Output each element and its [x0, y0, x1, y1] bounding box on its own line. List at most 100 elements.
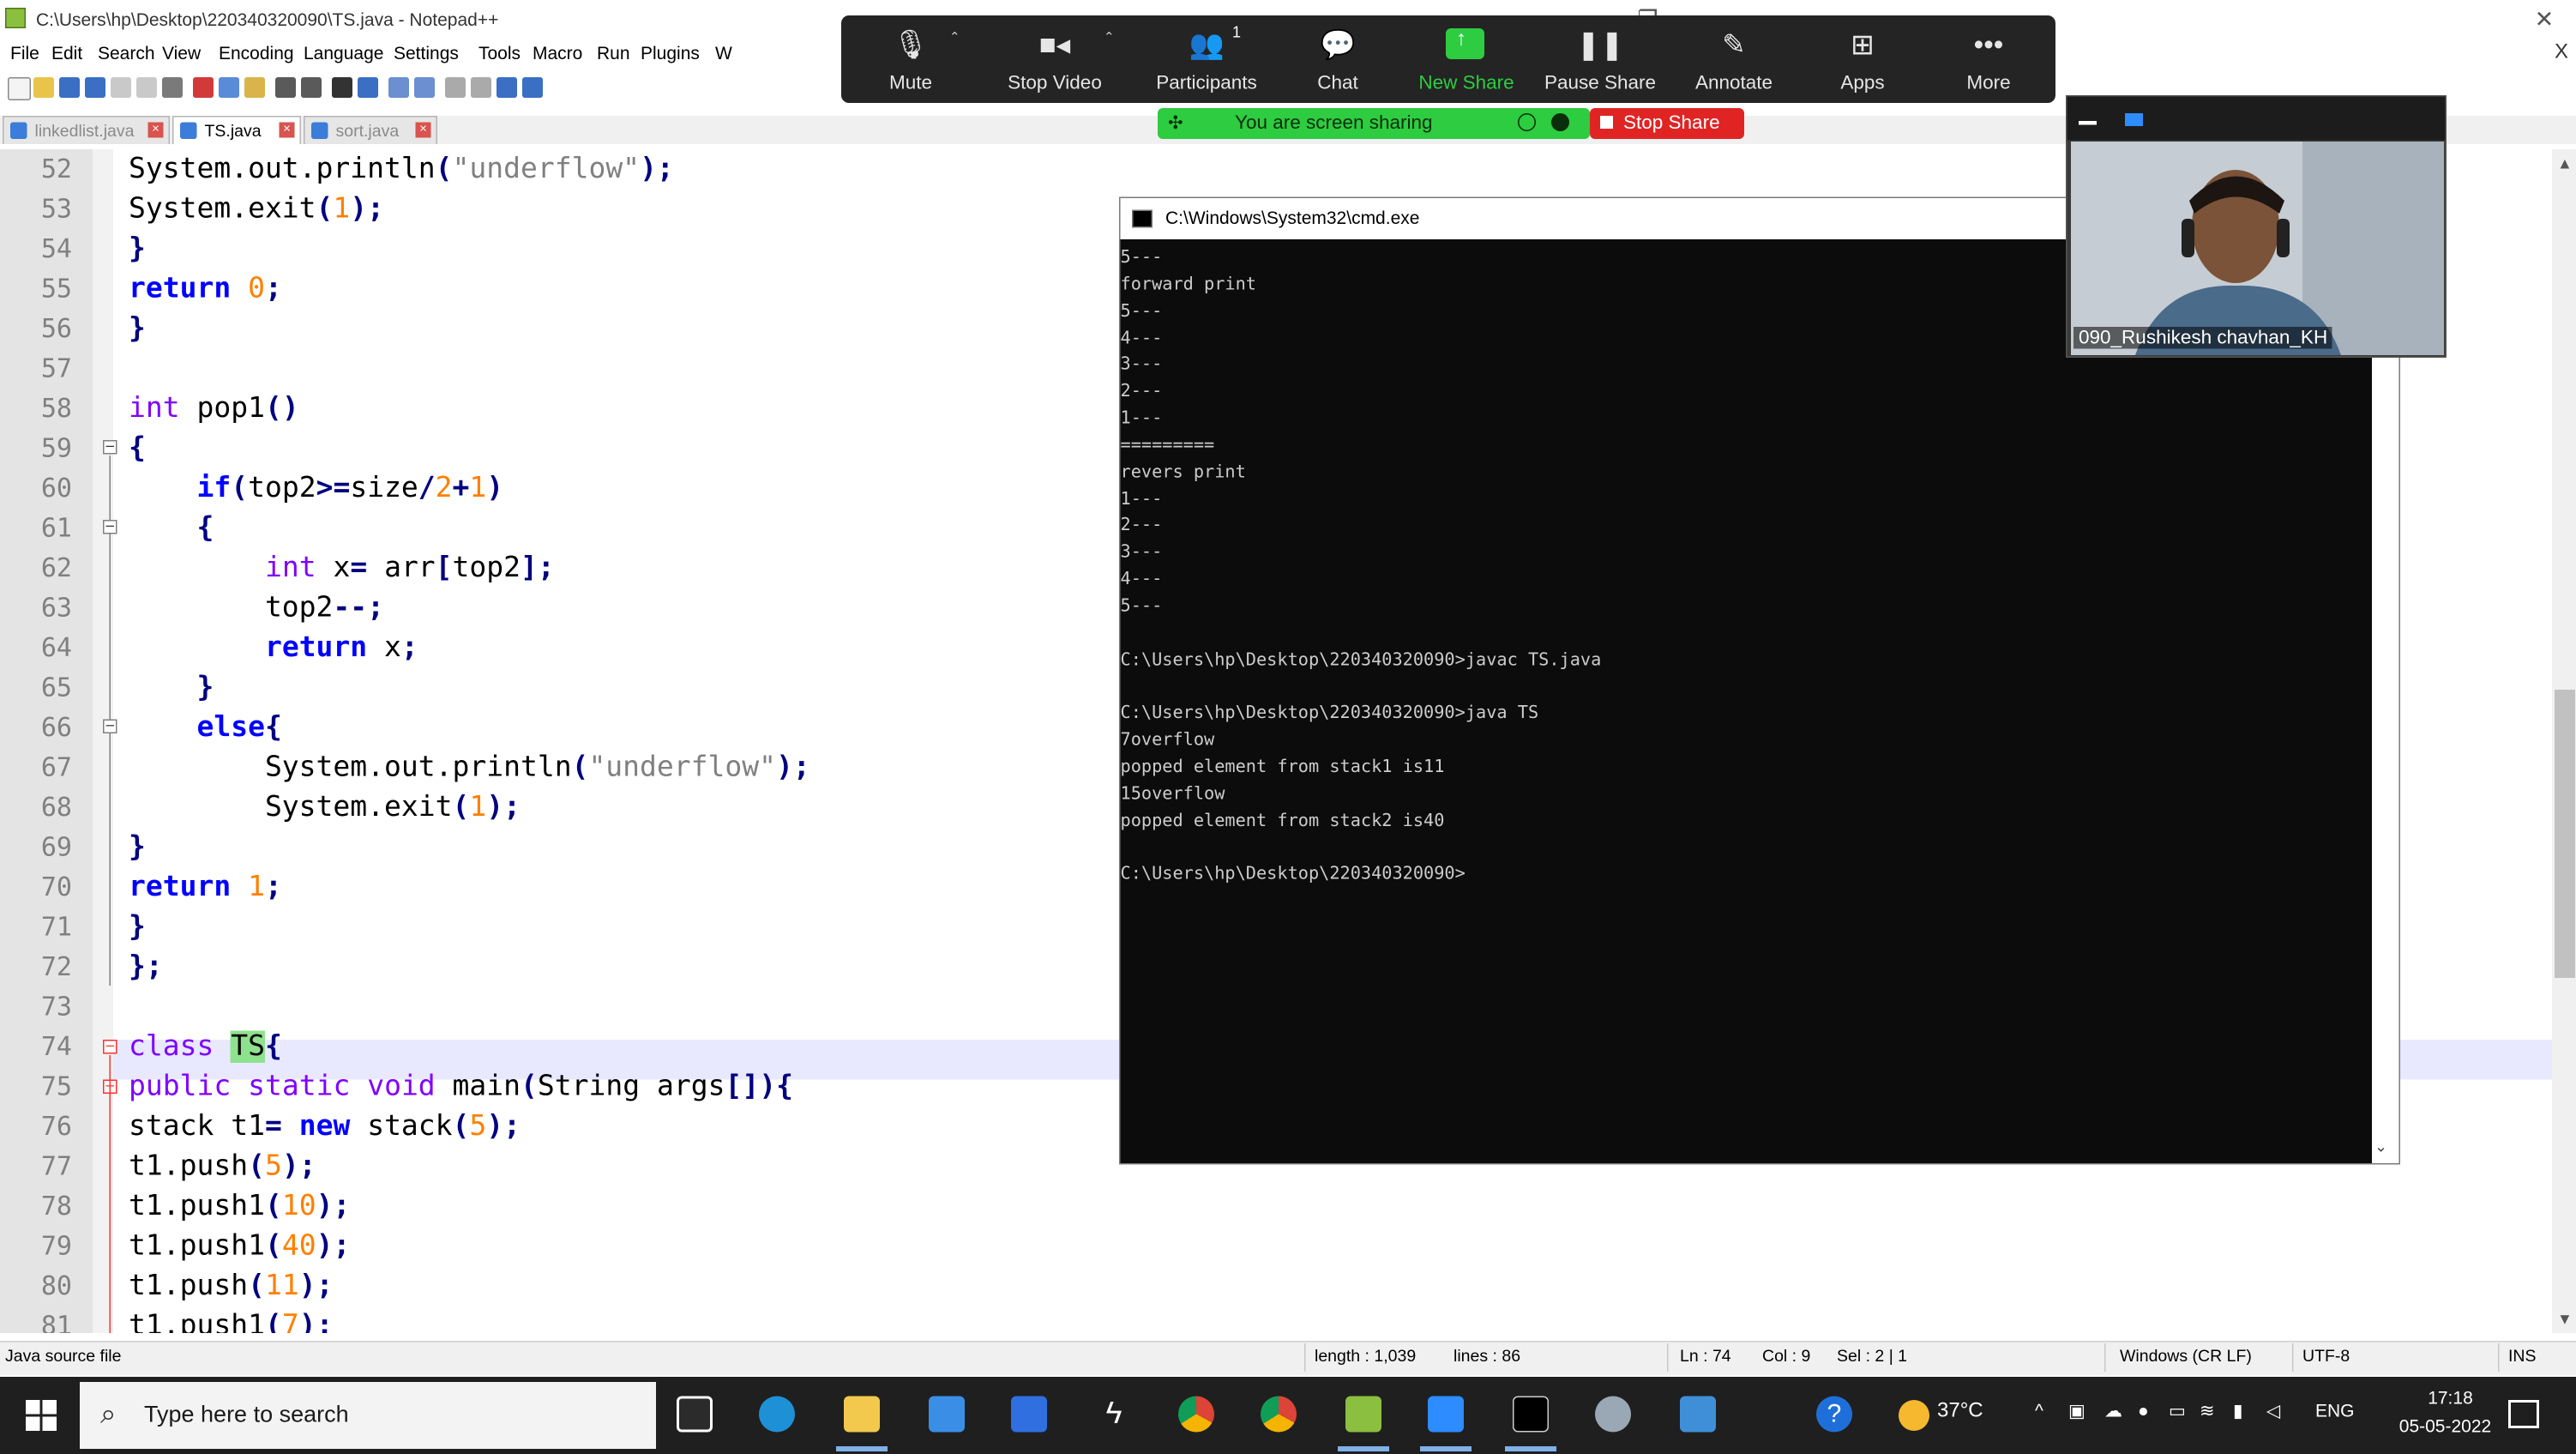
word-wrap-icon[interactable] — [471, 77, 491, 98]
menu-plugins[interactable]: Plugins — [641, 43, 700, 63]
zoom-out-icon[interactable] — [414, 77, 435, 98]
line-number: 71 — [40, 911, 72, 942]
volume-icon[interactable]: ◁ — [2266, 1400, 2280, 1422]
apps-label: Apps — [1840, 72, 1885, 94]
participants-button[interactable]: 👥 Participants — [1145, 15, 1268, 103]
save-icon[interactable] — [59, 77, 80, 98]
notepad-plus-plus-icon[interactable] — [1345, 1396, 1381, 1433]
close-document-button[interactable]: X — [2555, 41, 2568, 64]
menu-edit[interactable]: Edit — [51, 43, 82, 63]
weather-temperature[interactable]: 37°C — [1937, 1400, 1983, 1423]
cmd-scroll-down-icon[interactable]: ⌄ — [2374, 1137, 2387, 1155]
clock-date[interactable]: 05-05-2022 — [2374, 1415, 2516, 1436]
menu-file[interactable]: File — [10, 43, 39, 63]
close-tab-icon[interactable]: × — [147, 122, 164, 138]
paste-icon[interactable] — [244, 77, 265, 98]
minimize-video-icon[interactable] — [2079, 121, 2097, 125]
menu-settings[interactable]: Settings — [394, 43, 459, 63]
notifications-icon[interactable] — [2508, 1400, 2539, 1428]
file-icon — [311, 122, 328, 139]
undo-icon[interactable] — [275, 77, 296, 98]
battery-icon[interactable]: ▮ — [2233, 1400, 2243, 1422]
pause-share-button[interactable]: ❚❚ Pause Share — [1538, 15, 1662, 103]
fold-toggle-icon[interactable]: − — [103, 1040, 117, 1054]
input-language[interactable]: ENG — [2315, 1400, 2355, 1421]
tab-sort[interactable]: sort.java × — [304, 116, 437, 144]
more-button[interactable]: ••• More — [1927, 15, 2050, 103]
microphone-tray-icon[interactable]: ● — [2138, 1400, 2149, 1421]
cut-icon[interactable] — [193, 77, 214, 98]
tab-linkedlist[interactable]: linkedlist.java × — [3, 116, 170, 144]
drag-handle-icon[interactable]: ✣ — [1168, 112, 1183, 135]
menu-search[interactable]: Search — [98, 43, 155, 63]
file-explorer-icon[interactable] — [844, 1396, 880, 1433]
fold-toggle-icon[interactable]: − — [103, 440, 117, 455]
close-all-icon[interactable] — [136, 77, 157, 98]
copy-icon[interactable] — [219, 77, 239, 98]
menu-window[interactable]: W — [715, 43, 732, 63]
apps-button[interactable]: ⊞ Apps — [1801, 15, 1924, 103]
chat-button[interactable]: 💬 Chat — [1276, 15, 1399, 103]
replace-icon[interactable] — [358, 77, 378, 98]
dropbox-icon[interactable] — [1011, 1396, 1047, 1433]
chrome-profile-icon[interactable] — [1261, 1396, 1297, 1433]
mail-icon[interactable] — [929, 1396, 965, 1433]
cmd-scrollbar[interactable] — [2372, 242, 2399, 1163]
command-prompt-icon[interactable] — [1513, 1396, 1549, 1433]
find-icon[interactable] — [332, 77, 352, 98]
close-window-button[interactable]: ✕ — [2511, 0, 2576, 39]
video-options-chevron-icon[interactable]: ⌃ — [1104, 31, 1115, 45]
code-line: } — [129, 232, 146, 266]
info-icon[interactable] — [1518, 113, 1536, 131]
menu-language[interactable]: Language — [304, 43, 383, 63]
menu-run[interactable]: Run — [597, 43, 630, 63]
cmd-output[interactable]: 5--- forward print 5--- 4--- 3--- 2--- 1… — [1121, 244, 2368, 1161]
lightning-app-icon[interactable]: ϟ — [1096, 1396, 1132, 1433]
help-icon[interactable]: ? — [1816, 1396, 1852, 1433]
wifi-icon[interactable]: ≋ — [2200, 1400, 2215, 1422]
network-drive-icon[interactable]: ▣ — [2068, 1400, 2085, 1422]
menu-encoding[interactable]: Encoding — [219, 43, 294, 63]
redo-icon[interactable] — [301, 77, 322, 98]
fold-toggle-icon[interactable]: − — [103, 520, 117, 534]
lock-icon[interactable]: ▭ — [2169, 1400, 2186, 1422]
task-view-icon[interactable] — [677, 1396, 713, 1433]
active-app-indicator — [836, 1446, 888, 1451]
stop-video-button[interactable]: ■◂ Stop Video — [993, 15, 1116, 103]
annotate-button[interactable]: ✎ Annotate — [1672, 15, 1796, 103]
print-icon[interactable] — [162, 77, 183, 98]
zoom-in-icon[interactable] — [388, 77, 409, 98]
show-all-chars-icon[interactable] — [497, 77, 517, 98]
sync-scroll-icon[interactable] — [445, 77, 466, 98]
close-tab-icon[interactable]: × — [415, 122, 431, 138]
clock-time[interactable]: 17:18 — [2405, 1387, 2495, 1408]
indent-guide-icon[interactable] — [522, 77, 543, 98]
new-file-icon[interactable] — [8, 77, 31, 100]
fold-toggle-icon[interactable]: − — [103, 719, 117, 733]
close-tab-icon[interactable]: × — [279, 122, 295, 138]
status-divider — [2498, 1343, 2500, 1372]
new-share-button[interactable]: New Share — [1405, 15, 1528, 103]
view-mode-icon[interactable] — [2125, 113, 2143, 126]
menu-macro[interactable]: Macro — [533, 43, 582, 63]
chevron-up-icon[interactable]: ^ — [2035, 1400, 2043, 1421]
edge-browser-icon[interactable] — [759, 1396, 795, 1433]
onedrive-icon[interactable]: ☁ — [2104, 1400, 2122, 1422]
audio-options-chevron-icon[interactable]: ⌃ — [949, 31, 960, 45]
settings-app-icon[interactable] — [1595, 1396, 1631, 1433]
chrome-icon[interactable] — [1178, 1396, 1214, 1433]
close-file-icon[interactable] — [111, 77, 131, 98]
photos-icon[interactable] — [1680, 1396, 1716, 1433]
line-number: 55 — [40, 273, 72, 304]
menu-tools[interactable]: Tools — [478, 43, 521, 63]
save-all-icon[interactable] — [85, 77, 105, 98]
menu-view[interactable]: View — [162, 43, 201, 63]
tab-ts[interactable]: TS.java × — [172, 116, 301, 144]
scroll-down-arrow-icon[interactable]: ▼ — [2557, 1310, 2573, 1328]
scroll-up-arrow-icon[interactable]: ▲ — [2557, 154, 2573, 172]
windows-start-icon[interactable] — [26, 1400, 57, 1431]
editor-scrollbar-thumb[interactable] — [2555, 690, 2575, 978]
mute-button[interactable]: 🎙 Mute — [849, 15, 972, 103]
open-file-icon[interactable] — [33, 77, 54, 98]
zoom-app-icon[interactable] — [1428, 1396, 1464, 1433]
